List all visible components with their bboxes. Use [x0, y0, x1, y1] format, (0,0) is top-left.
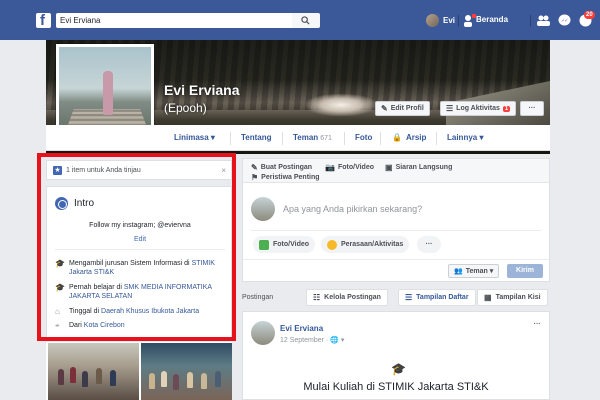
top-bar: f Evi Erviana Evi Beranda 20	[0, 0, 600, 40]
photo-thumbnail[interactable]	[141, 343, 232, 400]
feeling-activity-label: Perasaan/Aktivitas	[341, 241, 404, 248]
pencil-icon: ✎	[381, 104, 388, 113]
settings-sliders-icon: ☷	[313, 293, 321, 302]
post-text-input[interactable]: Apa yang Anda pikirkan sekarang?	[283, 204, 422, 214]
activity-log-badge: 1	[502, 105, 511, 112]
post-composer: ✎ Buat Postingan 📷 Foto/Video ▣ Siaran Lang…	[242, 158, 550, 282]
feeling-activity-button[interactable]: Perasaan/Aktivitas	[321, 236, 410, 253]
friend-requests-icon[interactable]	[536, 13, 551, 28]
tab-photo-video-label: Foto/Video	[337, 164, 375, 171]
notification-badge: 20	[584, 11, 595, 19]
tab-more[interactable]: Lainnya ▾	[447, 125, 483, 151]
search-button[interactable]	[292, 13, 320, 28]
divider	[458, 15, 459, 27]
friend-count: 671	[320, 135, 332, 142]
facebook-logo-icon[interactable]: f	[36, 12, 51, 29]
photo-video-button[interactable]: Foto/Video	[253, 236, 316, 253]
photo-thumbnail[interactable]	[48, 343, 139, 400]
avatar	[251, 197, 275, 221]
audience-select[interactable]: 👥 Teman ▾	[448, 264, 500, 278]
posts-heading: Postingan	[242, 294, 274, 301]
list-view-label: Tampilan Daftar	[416, 294, 469, 301]
tab-photo-video[interactable]: 📷 Foto/Video	[325, 163, 374, 172]
messenger-icon[interactable]	[557, 13, 572, 28]
photo-icon	[259, 239, 269, 250]
post-text: Mulai Kuliah di STIMIK Jakarta STI&K	[303, 381, 489, 393]
tab-archive-label: Arsip	[405, 133, 427, 142]
tab-friends-label: Teman	[293, 133, 319, 142]
activity-log-label: Log Aktivitas	[456, 105, 500, 112]
tab-live-video[interactable]: ▣ Siaran Langsung	[385, 163, 452, 172]
home-link[interactable]: Beranda	[476, 15, 508, 24]
post-author[interactable]: Evi Erviana	[280, 324, 323, 333]
avatar	[426, 14, 439, 27]
tab-live-video-label: Siaran Langsung	[395, 164, 453, 171]
divider	[251, 230, 541, 231]
profile-alternate-name: (Epooh)	[164, 101, 207, 115]
audience-label: Teman ▾	[465, 268, 494, 275]
post-timestamp[interactable]: 12 September · 🌐 ▾	[280, 336, 344, 344]
tab-create-post[interactable]: ✎ Buat Postingan	[251, 163, 312, 172]
smiley-icon	[327, 239, 337, 250]
grid-icon: ▦	[484, 293, 492, 302]
grid-view-button[interactable]: ▦ Tampilan Kisi	[477, 289, 548, 306]
highlight-frame	[37, 153, 236, 341]
lock-icon: 🔒	[392, 133, 402, 142]
tab-photos[interactable]: Foto	[355, 125, 372, 151]
edit-profile-button[interactable]: ✎ Edit Profil	[375, 101, 430, 116]
list-icon: ☰	[405, 293, 413, 302]
tab-about[interactable]: Tentang	[241, 125, 272, 151]
tab-friends[interactable]: Teman 671	[293, 125, 332, 151]
flag-icon: ⚑	[251, 173, 259, 182]
list-icon: ☰	[446, 104, 454, 113]
profile-shortcut-name: Evi	[443, 16, 456, 25]
avatar[interactable]	[251, 321, 275, 345]
post-options-button[interactable]: ···	[533, 318, 541, 329]
post-card: Evi Erviana 12 September · 🌐 ▾ ··· 🎓 Mul…	[242, 311, 550, 400]
more-options-button[interactable]: ···	[520, 101, 544, 116]
more-options-button[interactable]: ···	[417, 236, 441, 253]
friends-icon: 👥	[454, 268, 463, 275]
tab-timeline[interactable]: Linimasa ▾	[174, 125, 215, 151]
divider	[530, 15, 531, 27]
edit-profile-label: Edit Profil	[390, 105, 424, 112]
profile-nav-bar: Linimasa ▾ Tentang Teman 671 Foto 🔒 Arsip …	[46, 125, 550, 151]
activity-log-button[interactable]: ☰ Log Aktivitas 1	[440, 101, 517, 116]
graduation-cap-icon: 🎓	[391, 362, 406, 376]
manage-posts-button[interactable]: ☷ Kelola Postingan	[306, 289, 388, 306]
find-friends-icon[interactable]	[462, 13, 477, 28]
manage-posts-label: Kelola Postingan	[324, 294, 381, 301]
tab-life-event-label: Peristiwa Penting	[261, 174, 320, 181]
list-view-button[interactable]: ☰ Tampilan Daftar	[398, 289, 476, 306]
tab-create-post-label: Buat Postingan	[260, 164, 313, 171]
pencil-icon: ✎	[251, 163, 258, 172]
search-input[interactable]: Evi Erviana	[56, 13, 292, 28]
camera-icon: 📷	[325, 163, 335, 172]
post-submit-button[interactable]: Kirim	[507, 264, 543, 278]
tab-life-event[interactable]: ⚑ Peristiwa Penting	[251, 173, 320, 182]
grid-view-label: Tampilan Kisi	[495, 294, 541, 301]
photo-video-label: Foto/Video	[273, 241, 310, 248]
composer-footer: 👥 Teman ▾ Kirim	[243, 259, 549, 281]
search-icon	[301, 16, 310, 25]
profile-name[interactable]: Evi Erviana	[164, 82, 240, 98]
live-video-icon: ▣	[385, 163, 393, 172]
tab-archive[interactable]: 🔒 Arsip	[392, 125, 426, 151]
profile-shortcut[interactable]: Evi	[426, 13, 455, 28]
